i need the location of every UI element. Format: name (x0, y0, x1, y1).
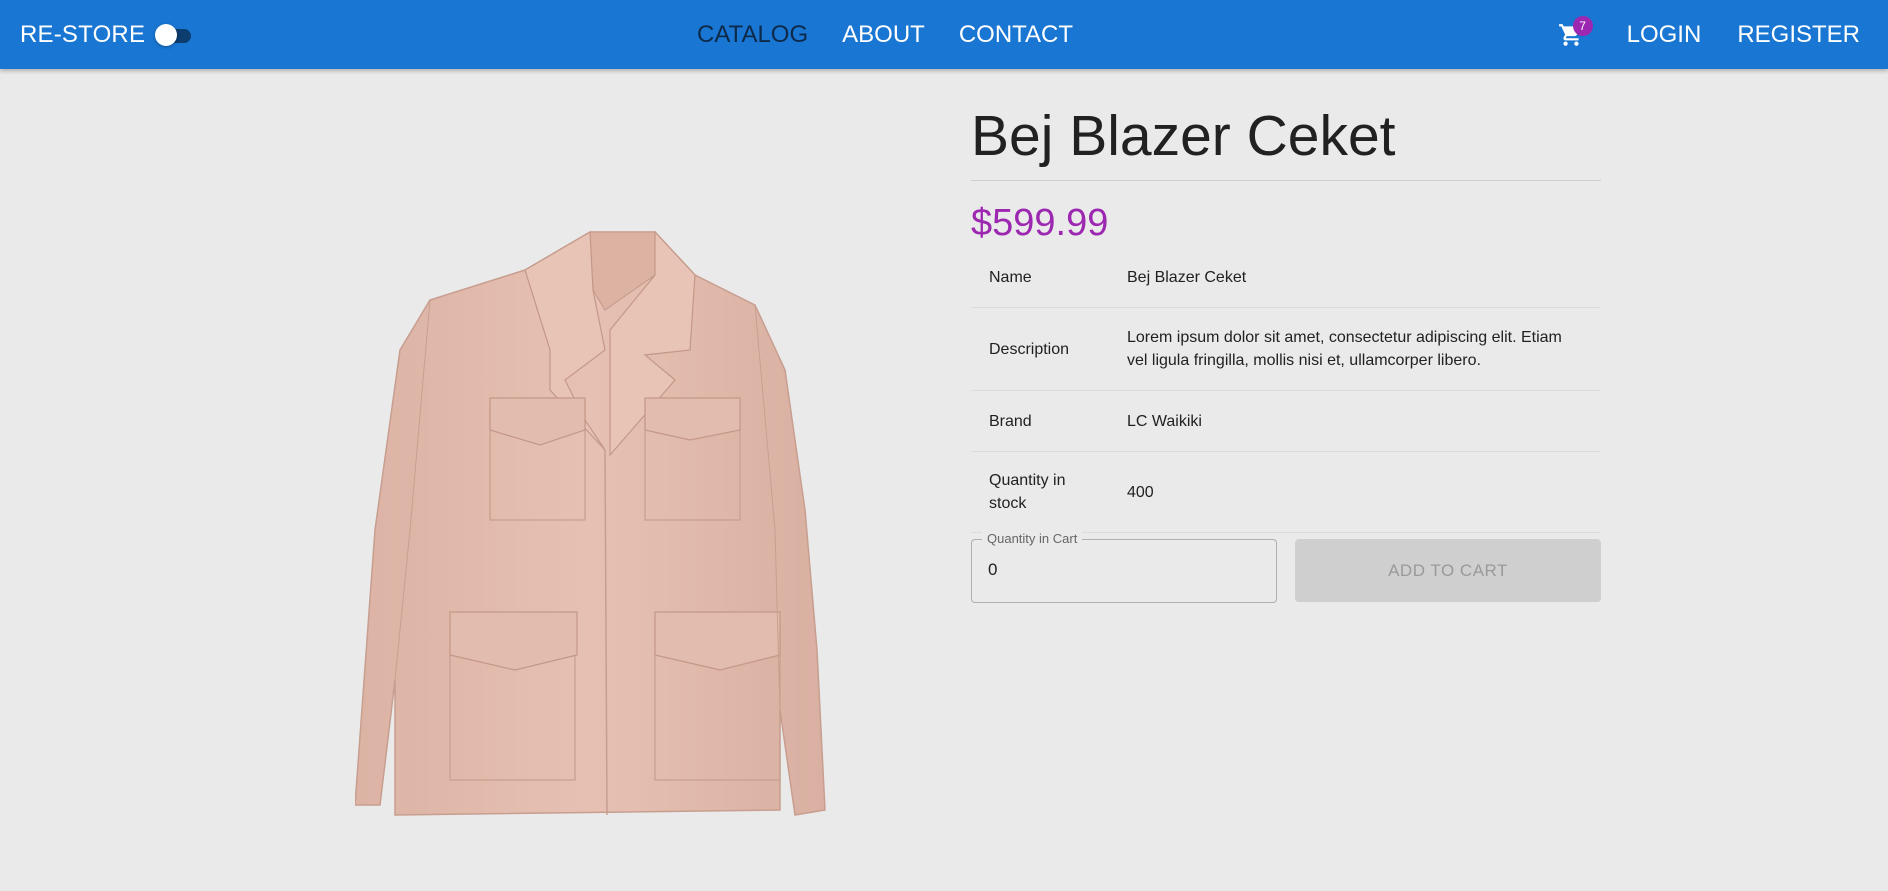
app-bar: RE-STORE CATALOG ABOUT CONTACT 7 LOGIN R… (0, 0, 1888, 69)
row-value: Lorem ipsum dolor sit amet, consectetur … (1109, 307, 1601, 391)
nav-contact[interactable]: CONTACT (959, 21, 1073, 49)
blazer-jacket-image (354, 230, 826, 816)
title-divider (971, 180, 1601, 181)
cart-actions: Quantity in Cart ADD TO CART (971, 531, 1601, 603)
row-key: Description (971, 307, 1109, 391)
row-key: Brand (971, 390, 1109, 452)
product-price: $599.99 (971, 202, 1109, 244)
nav-about[interactable]: ABOUT (842, 21, 925, 49)
row-value: LC Waikiki (1109, 390, 1601, 452)
row-key: Quantity in stock (971, 451, 1109, 533)
brand-title[interactable]: RE-STORE (20, 21, 145, 49)
product-info-table: Name Bej Blazer Ceket Description Lorem … (971, 247, 1601, 533)
table-row: Brand LC Waikiki (971, 390, 1601, 452)
product-image (354, 230, 850, 825)
cart-button[interactable]: 7 (1551, 15, 1593, 55)
quantity-field: Quantity in Cart (971, 531, 1277, 603)
cart-count-badge: 7 (1572, 15, 1593, 36)
product-title: Bej Blazer Ceket (971, 104, 1396, 168)
login-link[interactable]: LOGIN (1627, 21, 1702, 49)
nav-catalog[interactable]: CATALOG (697, 21, 808, 49)
quantity-field-label: Quantity in Cart (982, 531, 1083, 546)
table-row: Description Lorem ipsum dolor sit amet, … (971, 307, 1601, 391)
add-to-cart-button[interactable]: ADD TO CART (1295, 539, 1601, 602)
row-value: Bej Blazer Ceket (1109, 247, 1601, 308)
table-row: Name Bej Blazer Ceket (971, 247, 1601, 308)
quantity-input[interactable] (988, 560, 1258, 580)
main-nav: CATALOG ABOUT CONTACT (680, 0, 1090, 69)
row-key: Name (971, 247, 1109, 308)
theme-toggle[interactable] (155, 23, 195, 46)
register-link[interactable]: REGISTER (1737, 21, 1860, 49)
row-value: 400 (1109, 451, 1601, 533)
user-actions: 7 LOGIN REGISTER (1551, 0, 1860, 69)
table-row: Quantity in stock 400 (971, 451, 1601, 533)
product-details: Bej Blazer Ceket $599.99 Name Bej Blazer… (971, 96, 1601, 603)
toggle-thumb (155, 23, 178, 46)
brand: RE-STORE (20, 0, 195, 69)
